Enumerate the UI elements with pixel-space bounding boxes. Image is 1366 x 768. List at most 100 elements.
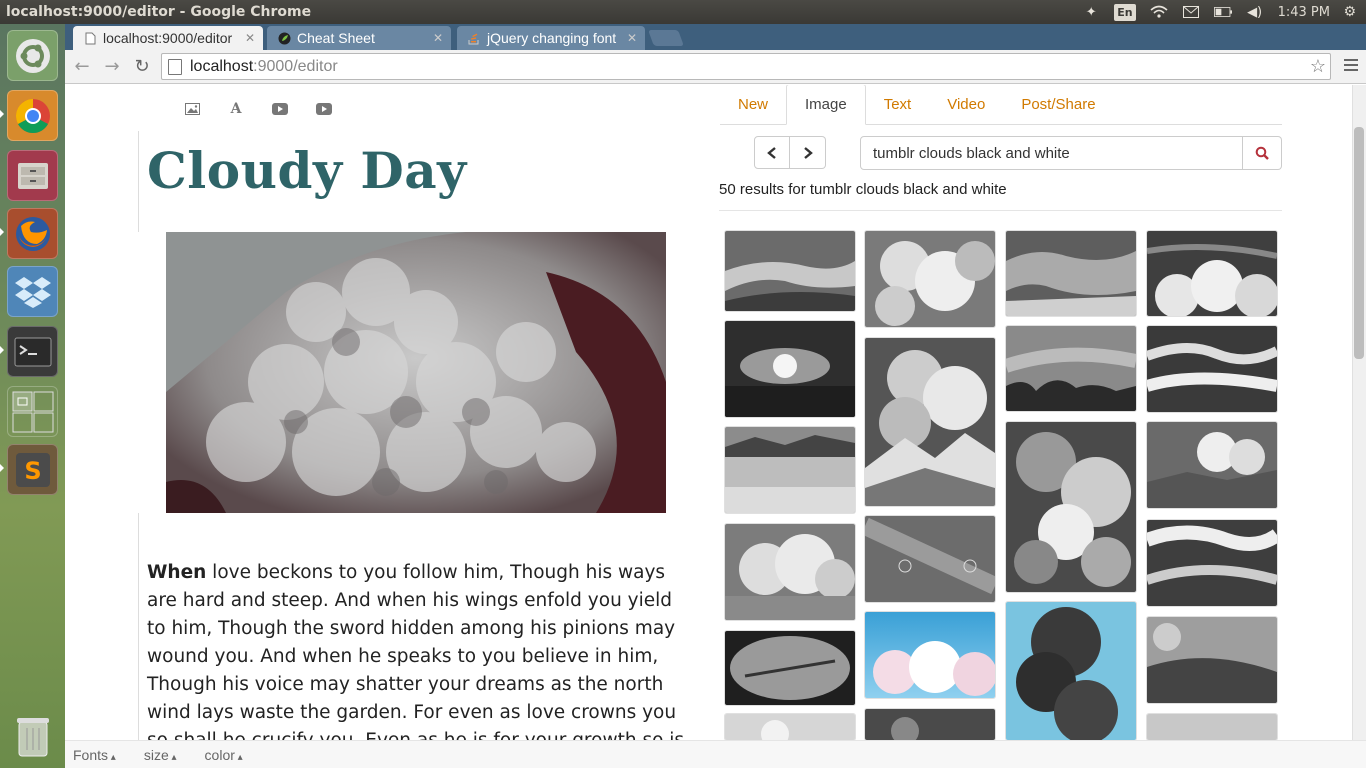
dropbox-icon[interactable]: ✦ bbox=[1082, 4, 1100, 20]
scrollbar-thumb[interactable] bbox=[1354, 127, 1364, 359]
block-divider bbox=[138, 131, 139, 232]
image-result[interactable] bbox=[1006, 602, 1136, 740]
forward-arrow-icon[interactable]: → bbox=[99, 54, 125, 80]
dash-launcher[interactable] bbox=[7, 30, 58, 81]
system-top-panel: localhost:9000/editor - Google Chrome ✦ … bbox=[0, 0, 1366, 24]
image-result[interactable] bbox=[725, 321, 855, 417]
tab-jquery[interactable]: jQuery changing font ✕ bbox=[457, 26, 645, 50]
battery-icon[interactable] bbox=[1213, 4, 1232, 20]
image-result[interactable] bbox=[865, 612, 995, 698]
tab-cheat-sheet[interactable]: Cheat Sheet ✕ bbox=[267, 26, 451, 50]
system-tray: ✦ En ◀) 1:43 PM bbox=[1082, 0, 1366, 24]
post-image[interactable] bbox=[166, 232, 666, 513]
tab-editor[interactable]: localhost:9000/editor ✕ bbox=[73, 26, 263, 50]
image-result[interactable] bbox=[1147, 231, 1277, 316]
image-result[interactable] bbox=[1147, 617, 1277, 703]
image-result[interactable] bbox=[1006, 422, 1136, 592]
leaf-icon bbox=[277, 31, 291, 45]
text-icon[interactable]: A bbox=[227, 101, 245, 117]
page-info-icon[interactable] bbox=[168, 58, 182, 75]
window-title: localhost:9000/editor - Google Chrome bbox=[6, 4, 312, 20]
running-indicator bbox=[0, 346, 4, 354]
editor-toolbar: A bbox=[183, 101, 333, 117]
tab-video[interactable]: Video bbox=[929, 85, 1003, 124]
chrome-launcher[interactable] bbox=[7, 90, 58, 141]
running-indicator bbox=[0, 110, 4, 118]
trash-launcher[interactable] bbox=[7, 710, 58, 761]
image-result[interactable] bbox=[725, 631, 855, 705]
close-tab-icon[interactable]: ✕ bbox=[245, 31, 255, 45]
color-dropdown[interactable]: color bbox=[205, 747, 243, 763]
page-icon bbox=[83, 31, 97, 45]
image-result[interactable] bbox=[1006, 326, 1136, 411]
image-result[interactable] bbox=[865, 231, 995, 327]
files-launcher[interactable] bbox=[7, 150, 58, 201]
body-lead-word: When bbox=[147, 562, 207, 583]
ubuntu-logo-icon bbox=[15, 38, 50, 73]
stackoverflow-icon bbox=[467, 31, 481, 45]
post-title[interactable]: Cloudy Day bbox=[147, 141, 467, 200]
result-pager bbox=[754, 136, 826, 169]
clock[interactable]: 1:43 PM bbox=[1278, 5, 1330, 20]
gear-icon[interactable]: ⚙ bbox=[1343, 4, 1356, 20]
wifi-icon[interactable] bbox=[1150, 4, 1168, 20]
image-icon[interactable] bbox=[183, 101, 201, 117]
close-tab-icon[interactable]: ✕ bbox=[627, 31, 637, 45]
address-bar[interactable]: localhost:9000/editor ☆ bbox=[161, 53, 1331, 80]
size-dropdown[interactable]: size bbox=[144, 747, 177, 763]
search-input[interactable] bbox=[860, 136, 1243, 170]
mail-icon[interactable] bbox=[1182, 4, 1200, 20]
file-cabinet-icon bbox=[17, 162, 48, 189]
sublime-text-icon: S bbox=[15, 452, 50, 487]
previous-page-button[interactable] bbox=[754, 136, 790, 169]
back-arrow-icon[interactable]: ← bbox=[69, 54, 95, 80]
image-result[interactable] bbox=[1147, 714, 1277, 740]
image-result[interactable] bbox=[1147, 520, 1277, 606]
tab-new[interactable]: New bbox=[720, 85, 786, 124]
image-result[interactable] bbox=[725, 714, 855, 740]
image-result[interactable] bbox=[725, 524, 855, 620]
chevron-right-icon bbox=[803, 146, 813, 159]
body-text: love beckons to you follow him, Though h… bbox=[147, 562, 684, 768]
image-result[interactable] bbox=[1006, 231, 1136, 316]
image-result[interactable] bbox=[725, 231, 855, 311]
image-result[interactable] bbox=[865, 338, 995, 506]
firefox-launcher[interactable] bbox=[7, 208, 58, 259]
image-result[interactable] bbox=[865, 709, 995, 740]
unity-launcher: S bbox=[0, 24, 65, 768]
firefox-icon bbox=[15, 216, 50, 251]
fonts-dropdown[interactable]: Fonts bbox=[73, 747, 116, 763]
sublime-launcher[interactable]: S bbox=[7, 444, 58, 495]
tab-image[interactable]: Image bbox=[786, 85, 866, 125]
image-result[interactable] bbox=[865, 516, 995, 602]
bookmark-star-icon[interactable]: ☆ bbox=[1310, 56, 1326, 77]
workspaces-icon bbox=[12, 391, 53, 432]
video-play-icon[interactable] bbox=[271, 101, 289, 117]
image-result[interactable] bbox=[1147, 326, 1277, 412]
search-button[interactable] bbox=[1243, 136, 1282, 170]
volume-icon[interactable]: ◀) bbox=[1246, 4, 1264, 20]
url-host: localhost bbox=[190, 57, 254, 75]
new-tab-button[interactable] bbox=[648, 30, 684, 46]
keyboard-language-indicator[interactable]: En bbox=[1114, 3, 1136, 21]
running-indicator bbox=[0, 228, 4, 236]
svg-text:S: S bbox=[24, 457, 41, 485]
chrome-menu-icon[interactable] bbox=[1344, 59, 1358, 74]
next-page-button[interactable] bbox=[790, 136, 826, 169]
post-body[interactable]: When love beckons to you follow him, Tho… bbox=[147, 559, 692, 768]
tab-post-share[interactable]: Post/Share bbox=[1003, 85, 1113, 124]
workspace-switcher[interactable] bbox=[7, 386, 58, 437]
reload-icon[interactable]: ↻ bbox=[129, 54, 155, 80]
close-tab-icon[interactable]: ✕ bbox=[433, 31, 443, 45]
chrome-icon bbox=[15, 98, 50, 133]
format-bar: Fonts size color bbox=[65, 740, 1366, 768]
image-result[interactable] bbox=[1147, 422, 1277, 508]
page-scrollbar[interactable] bbox=[1352, 85, 1366, 740]
dropbox-launcher[interactable] bbox=[7, 266, 58, 317]
image-result[interactable] bbox=[725, 427, 855, 513]
running-indicator bbox=[0, 464, 4, 472]
url-path: :9000/editor bbox=[253, 57, 338, 75]
terminal-launcher[interactable] bbox=[7, 326, 58, 377]
tab-text[interactable]: Text bbox=[866, 85, 930, 124]
video-play-icon[interactable] bbox=[315, 101, 333, 117]
